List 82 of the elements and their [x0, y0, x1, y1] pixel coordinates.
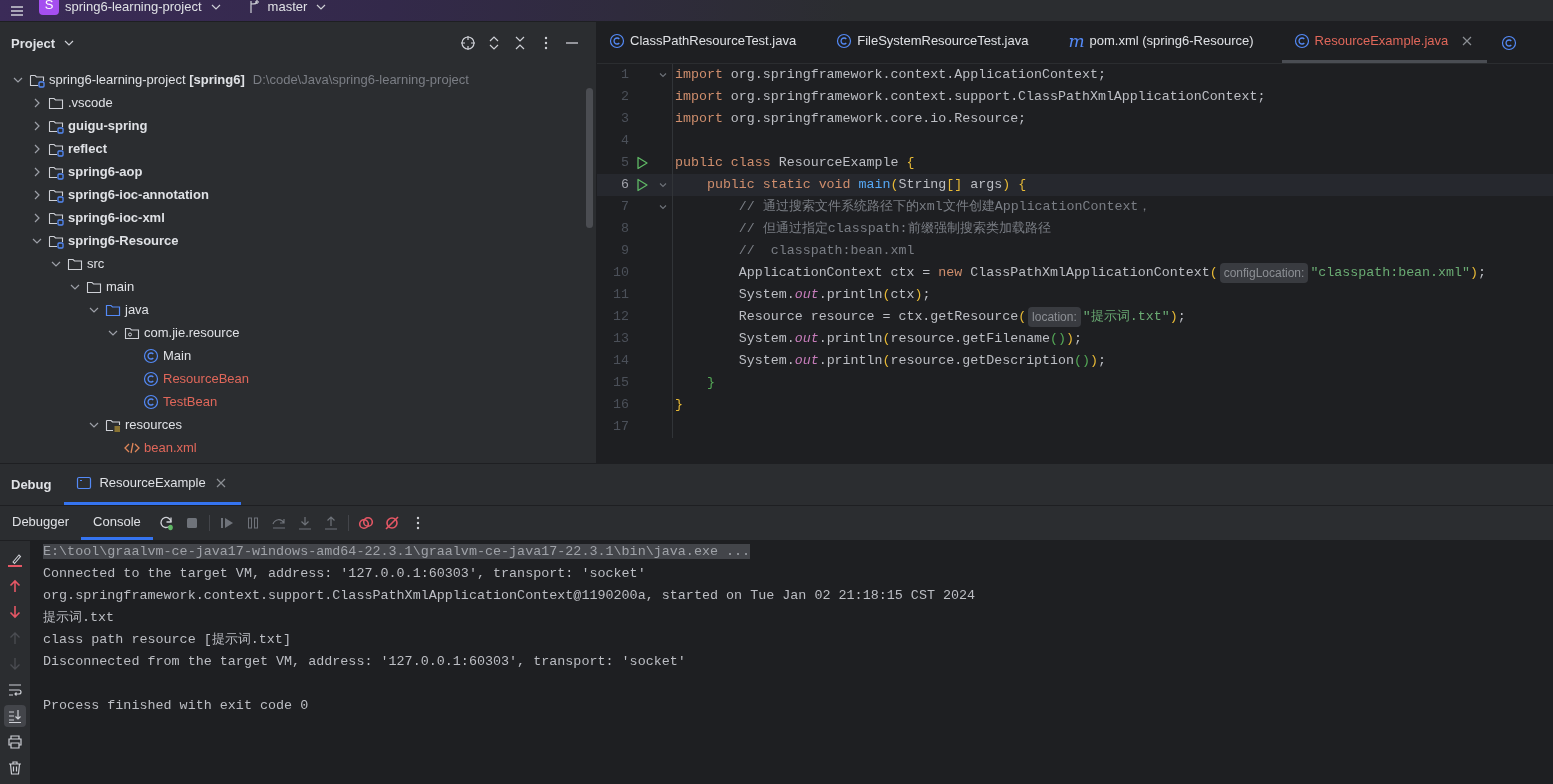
code-text: "classpath:bean.xml"); — [1310, 264, 1486, 283]
console-window-icon — [76, 475, 93, 491]
class-icon — [143, 370, 159, 387]
class-icon — [836, 33, 853, 49]
tree-item[interactable]: reflect — [68, 138, 108, 159]
code-text: } — [705, 374, 715, 393]
code-text: System.out.println(resource.getDescription()); — [737, 352, 1106, 371]
down-arrow-icon[interactable] — [7, 604, 23, 620]
tree-item[interactable]: Main — [163, 345, 192, 366]
step-out-icon[interactable] — [322, 515, 339, 531]
code-text: System.out.println(resource.getFilename()); — [737, 330, 1082, 349]
branch-selector[interactable]: master — [245, 0, 330, 15]
print-icon[interactable] — [7, 734, 23, 750]
tree-item[interactable]: resources — [125, 414, 183, 435]
panel-title: Debug — [10, 475, 53, 494]
tree-item[interactable]: java — [125, 299, 149, 320]
class-icon — [143, 347, 159, 364]
code-text: import org.springframework.context.ApplicationContext; — [674, 66, 1106, 85]
tree-item[interactable]: spring6-learning-project [spring6] — [49, 69, 245, 90]
editor-tab[interactable]: ResourceExample.java — [1281, 22, 1488, 63]
parameter-hint: location: — [1028, 307, 1081, 327]
code-text: // 通过搜索文件系统路径下的xml文件创建ApplicationContext， — [737, 198, 1152, 217]
console-line: Connected to the target VM, address: '127.0.0.1:60303', transport: 'socket' — [43, 566, 646, 581]
panel-tab[interactable]: Console — [81, 506, 153, 540]
console-line: 提示词.txt — [43, 610, 115, 625]
code-text: // classpath:bean.xml — [737, 242, 915, 261]
class-icon — [609, 33, 625, 49]
code-text: // 但通过指定classpath:前缀强制搜索类加载路径 — [737, 220, 1051, 239]
editor-tab[interactable]: FileSystemResourceTest.java — [824, 22, 1041, 63]
tree-item[interactable]: main — [106, 276, 135, 297]
tree-item[interactable]: guigu-spring — [68, 115, 148, 136]
maven-icon: m — [1068, 32, 1085, 50]
code-text: } — [674, 396, 683, 415]
panel-tab[interactable]: Debugger — [0, 506, 82, 540]
tree-item[interactable]: .vscode — [68, 92, 113, 113]
class-icon — [1293, 33, 1310, 49]
console-line: org.springframework.context.support.ClassPathXmlApplicationContext@1190200a, started on Tue Jan 02 21:18:15 CST 2024 — [43, 588, 976, 603]
parameter-hint: configLocation: — [1219, 263, 1309, 283]
code-text: import org.springframework.context.support.ClassPathXmlApplicationContext; — [674, 88, 1266, 107]
step-into-icon[interactable] — [296, 515, 313, 531]
tree-item[interactable]: bean.xml — [144, 437, 197, 458]
project-badge: S — [39, 0, 59, 15]
project-path: D:\code\Java\spring6-learning-project — [252, 70, 469, 89]
editor-tab[interactable]: ClassPathResourceTest.java — [597, 22, 809, 63]
code-text: import org.springframework.core.io.Resource; — [674, 110, 1027, 129]
code-text: public static void main(String[] args) { — [705, 176, 1027, 195]
soft-wrap-icon[interactable] — [7, 682, 23, 698]
run-icon[interactable] — [634, 177, 650, 193]
code-text: ApplicationContext ctx = new ClassPathXmlApplicationContext( — [737, 264, 1218, 283]
panel-title[interactable]: Project — [11, 35, 78, 51]
run-icon[interactable] — [634, 155, 650, 171]
tree-item[interactable]: ResourceBean — [163, 368, 249, 389]
line-number: 6 — [620, 176, 629, 195]
up-arrow-icon[interactable] — [7, 578, 23, 594]
clear-icon[interactable] — [7, 552, 23, 568]
tree-item[interactable]: spring6-ioc-xml — [68, 207, 165, 228]
class-icon[interactable] — [1501, 34, 1518, 51]
tree-item[interactable]: spring6-ioc-annotation — [68, 184, 209, 205]
code-text: System.out.println(ctx); — [737, 286, 931, 305]
class-icon — [143, 393, 159, 410]
scrollbar[interactable] — [586, 88, 593, 228]
scroll-to-end-button[interactable] — [4, 705, 26, 727]
code-text: "提示词.txt"); — [1082, 308, 1186, 327]
code-text: public class ResourceExample { — [674, 154, 915, 173]
console-line: class path resource [提示词.txt] — [43, 632, 291, 647]
scroll-to-end-icon — [7, 708, 23, 724]
trash-icon[interactable] — [7, 760, 23, 776]
rerun-icon[interactable] — [157, 515, 174, 531]
resume-icon[interactable] — [218, 515, 235, 531]
locate-icon[interactable] — [460, 35, 476, 51]
editor-tab[interactable]: m pom.xml (spring6-Resource) — [1056, 22, 1266, 63]
tree-item[interactable]: spring6-aop — [68, 161, 143, 182]
console-line: Process finished with exit code 0 — [43, 698, 309, 713]
tree-item[interactable]: com.jie.resource — [144, 322, 240, 343]
console-line: Disconnected from the target VM, address: '127.0.0.1:60303', transport: 'socket' — [43, 654, 686, 669]
code-text: Resource resource = ctx.getResource( — [737, 308, 1027, 327]
breakpoints-icon[interactable] — [357, 515, 374, 531]
tree-item[interactable]: src — [87, 253, 105, 274]
mute-breakpoints-icon[interactable] — [383, 515, 400, 531]
tree-item[interactable]: spring6-Resource — [68, 230, 179, 251]
project-selector[interactable]: S spring6-learning-project — [39, 0, 224, 15]
tree-item[interactable]: TestBean — [163, 391, 218, 412]
